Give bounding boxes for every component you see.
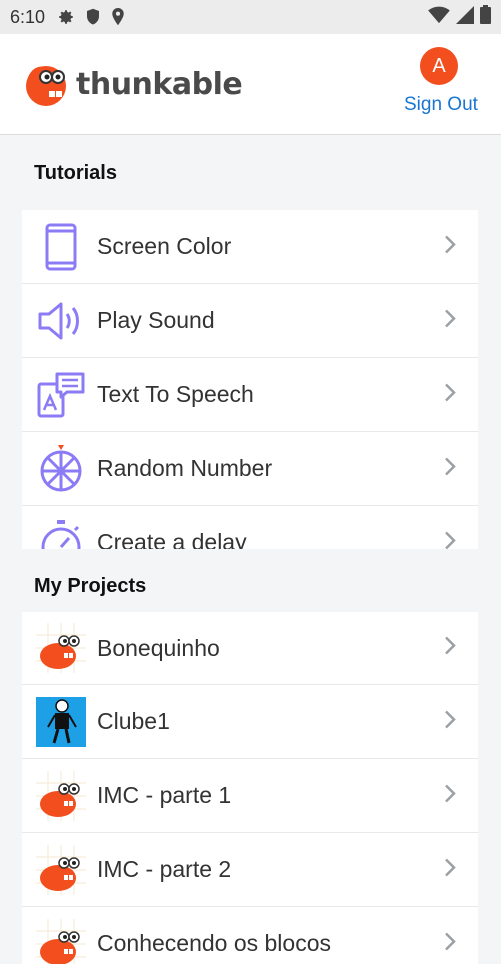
wheel-icon	[36, 444, 86, 494]
location-icon	[111, 8, 125, 26]
my-projects-heading: My Projects	[34, 575, 147, 597]
brand-name: thunkable	[76, 66, 243, 102]
project-label: Bonequinho	[97, 634, 220, 661]
tutorial-item-play-sound[interactable]: Play Sound	[22, 284, 478, 358]
project-thumbnail	[36, 696, 86, 747]
chevron-right-icon	[444, 382, 456, 407]
tutorial-item-text-to-speech[interactable]: Text To Speech	[22, 358, 478, 432]
project-label: Conhecendo os blocos	[97, 930, 331, 956]
mascot-logo-icon	[26, 66, 66, 106]
project-item-imc-parte-2[interactable]: IMC - parte 2	[22, 833, 478, 907]
status-time: 6:10	[10, 6, 46, 27]
project-item-bonequinho[interactable]: Bonequinho	[22, 612, 478, 685]
shield-icon	[85, 8, 101, 26]
chevron-right-icon	[444, 234, 456, 259]
chevron-right-icon	[444, 456, 456, 481]
battery-icon	[480, 5, 491, 29]
phone-icon	[36, 222, 86, 272]
projects-list: Bonequinho Clube1 IMC - parte 1 IMC - pa…	[22, 612, 478, 964]
tutorial-label: Screen Color	[97, 233, 232, 259]
chevron-right-icon	[444, 857, 456, 882]
gear-icon	[57, 8, 75, 26]
tutorials-heading: Tutorials	[34, 162, 117, 184]
tutorial-label: Text To Speech	[97, 381, 254, 407]
wifi-icon	[428, 6, 450, 29]
chevron-right-icon	[444, 636, 456, 661]
project-thumbnail	[36, 770, 86, 821]
speaker-icon	[36, 296, 86, 346]
tutorial-item-screen-color[interactable]: Screen Color	[22, 210, 478, 284]
tutorial-item-create-a-delay[interactable]: Create a delay	[22, 506, 478, 549]
tutorials-list: Screen Color Play Sound Text To Speech R…	[22, 210, 478, 549]
thunkable-logo: thunkable	[22, 60, 243, 108]
tutorial-label: Create a delay	[97, 529, 247, 549]
chevron-right-icon	[444, 783, 456, 808]
chevron-right-icon	[444, 709, 456, 734]
project-label: Clube1	[97, 708, 170, 734]
project-item-imc-parte-1[interactable]: IMC - parte 1	[22, 759, 478, 833]
signal-icon	[456, 5, 474, 29]
project-label: IMC - parte 2	[97, 856, 232, 882]
app-header: thunkable A Sign Out	[0, 34, 501, 135]
project-item-conhecendo-os-blocos[interactable]: Conhecendo os blocos	[22, 907, 478, 964]
tutorial-label: Play Sound	[97, 307, 215, 333]
project-thumbnail	[36, 918, 86, 964]
tutorial-item-random-number[interactable]: Random Number	[22, 432, 478, 506]
chevron-right-icon	[444, 308, 456, 333]
tutorial-label: Random Number	[97, 455, 273, 481]
chevron-right-icon	[444, 530, 456, 549]
avatar[interactable]: A	[420, 47, 458, 85]
project-item-clube1[interactable]: Clube1	[22, 685, 478, 759]
status-bar: 6:10	[0, 0, 501, 34]
chevron-right-icon	[444, 931, 456, 956]
project-thumbnail	[36, 623, 86, 673]
project-label: IMC - parte 1	[97, 782, 232, 808]
project-thumbnail	[36, 844, 86, 895]
text-to-speech-icon	[36, 370, 86, 420]
stopwatch-icon	[36, 518, 86, 549]
sign-out-link[interactable]: Sign Out	[404, 94, 478, 116]
